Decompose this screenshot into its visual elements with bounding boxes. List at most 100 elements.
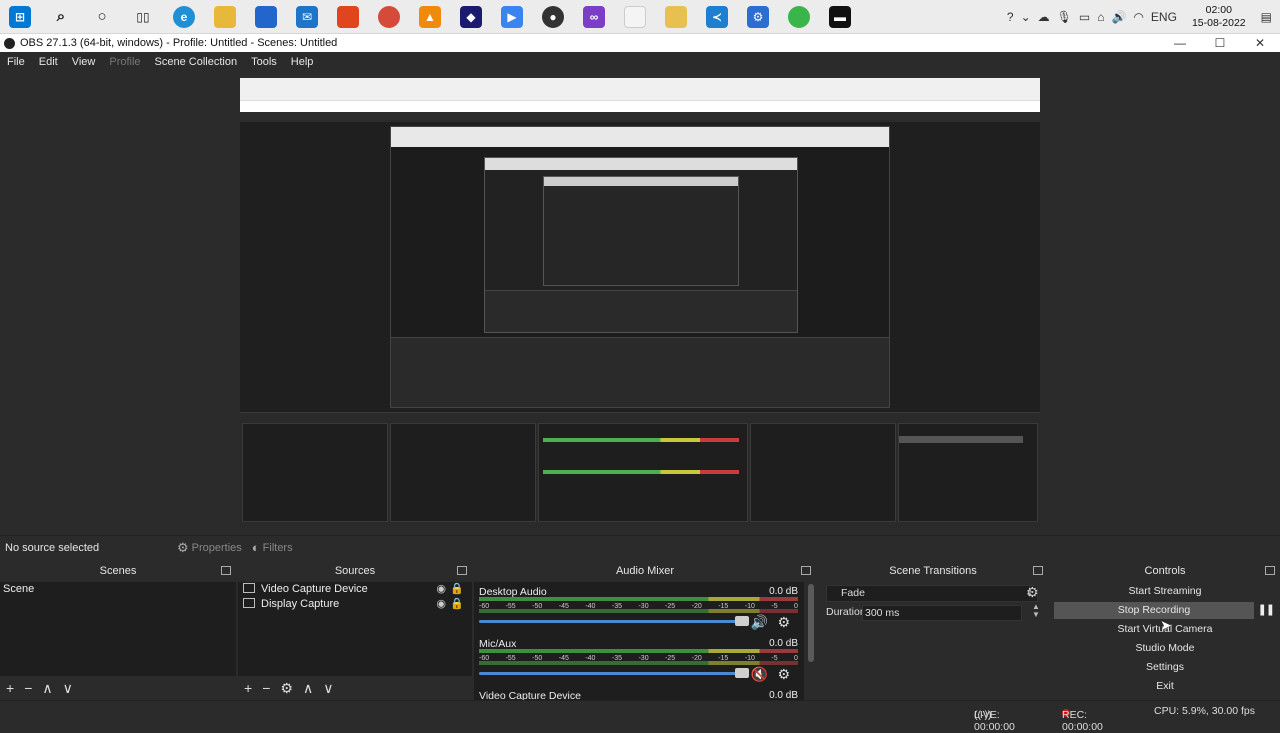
lock-icon[interactable]: 🔒 — [450, 582, 464, 597]
sources-list[interactable]: Video Capture Device ◉ 🔒 Display Capture… — [238, 582, 472, 676]
remove-source-button[interactable]: − — [262, 680, 270, 696]
volume-slider[interactable] — [479, 668, 750, 678]
close-button[interactable]: ✕ — [1240, 34, 1280, 52]
menu-view[interactable]: View — [65, 56, 103, 68]
move-up-button[interactable]: ∧ — [303, 680, 313, 697]
slider-knob[interactable] — [735, 668, 750, 678]
menu-help[interactable]: Help — [284, 56, 321, 68]
battery-icon[interactable]: ▭ — [1079, 10, 1090, 24]
terminal-icon[interactable]: ▬ — [829, 5, 851, 28]
muted-speaker-icon[interactable]: 🔇 — [751, 666, 768, 683]
eye-icon[interactable]: ◉ — [436, 582, 446, 597]
scenes-list[interactable]: Scene — [0, 582, 236, 676]
menu-scene-collection[interactable]: Scene Collection — [148, 56, 245, 68]
add-source-button[interactable]: + — [244, 680, 252, 696]
mail-icon[interactable]: ✉ — [296, 5, 318, 28]
edge-icon[interactable]: e — [173, 5, 195, 28]
undock-icon[interactable] — [801, 566, 811, 575]
start-streaming-button[interactable]: Start Streaming — [1054, 583, 1276, 600]
sources-dock-title: Sources — [238, 563, 472, 580]
scene-item[interactable]: Scene — [0, 582, 236, 597]
lock-icon[interactable]: 🔒 — [450, 597, 464, 612]
volume-slider[interactable] — [479, 616, 750, 626]
recursive-menubar-image — [240, 112, 1040, 122]
source-item[interactable]: Video Capture Device ◉ 🔒 — [238, 582, 472, 597]
notepad-icon[interactable] — [624, 5, 646, 28]
preview-area[interactable] — [0, 71, 1280, 535]
visual-studio-icon[interactable]: ∞ — [583, 5, 605, 28]
chrome-icon[interactable] — [378, 5, 400, 28]
task-view-icon[interactable]: ▯▯ — [132, 6, 154, 28]
window-title-bar[interactable]: OBS 27.1.3 (64-bit, windows) - Profile: … — [0, 34, 1280, 52]
preview-canvas[interactable] — [240, 78, 1040, 528]
menu-edit[interactable]: Edit — [32, 56, 65, 68]
slider-knob[interactable] — [735, 616, 750, 626]
mixer-scrollbar[interactable] — [808, 584, 814, 662]
monitor-icon — [243, 598, 255, 608]
obs-icon[interactable]: ● — [542, 5, 564, 28]
properties-button[interactable]: ⚙ Properties — [172, 540, 247, 556]
chevron-up-icon[interactable]: ⌄ — [1021, 10, 1031, 24]
transition-select[interactable]: Fade ⇕ — [826, 585, 1038, 602]
cortana-icon[interactable]: ○ — [91, 6, 113, 28]
menu-file[interactable]: File — [0, 56, 32, 68]
vscode-icon[interactable]: ≺ — [706, 5, 728, 28]
exit-button[interactable]: Exit — [1054, 678, 1276, 695]
clock[interactable]: 02:00 15-08-2022 — [1192, 4, 1246, 30]
sources-title: Sources — [334, 565, 376, 577]
undock-icon[interactable] — [221, 566, 231, 575]
meter-tick-label: -30 — [638, 655, 649, 662]
stop-recording-button[interactable]: Stop Recording — [1054, 602, 1254, 619]
gear-icon[interactable]: ⚙ — [1026, 584, 1039, 601]
studio-mode-button[interactable]: Studio Mode — [1054, 640, 1276, 657]
add-scene-button[interactable]: + — [6, 680, 14, 696]
menu-tools[interactable]: Tools — [244, 56, 284, 68]
folder-icon[interactable] — [665, 5, 687, 28]
source-item[interactable]: Display Capture ◉ 🔒 — [238, 597, 472, 612]
maximize-button[interactable]: ☐ — [1200, 34, 1240, 52]
gear-icon[interactable]: ⚙ — [777, 666, 790, 683]
wifi-icon[interactable]: ◠ — [1133, 10, 1143, 24]
app-icon[interactable]: ◆ — [460, 5, 482, 28]
file-explorer-icon[interactable] — [214, 5, 236, 28]
volume-icon[interactable]: 🔊 — [1111, 10, 1126, 24]
undock-icon[interactable] — [1033, 566, 1043, 575]
duration-spinbox[interactable]: 300 ms — [862, 605, 1022, 621]
help-icon[interactable]: ? — [1007, 10, 1014, 24]
remove-scene-button[interactable]: − — [24, 680, 32, 696]
store-icon[interactable] — [255, 5, 277, 28]
move-down-button[interactable]: ∨ — [63, 680, 73, 697]
onedrive-icon[interactable]: ☁ — [1038, 10, 1050, 24]
notifications-icon[interactable]: ▤ — [1261, 10, 1272, 24]
source-toolbar: No source selected ⚙ Properties ◐ Filter… — [0, 535, 1280, 559]
meter-tick-label: -60 — [479, 603, 490, 610]
meter-tick-label: 0 — [794, 603, 798, 610]
windows-start-icon[interactable]: ⊞ — [9, 5, 31, 28]
move-up-button[interactable]: ∧ — [42, 680, 52, 697]
menu-profile[interactable]: Profile — [102, 56, 147, 68]
undock-icon[interactable] — [457, 566, 467, 575]
search-icon[interactable]: ⌕ — [50, 6, 72, 28]
gear-icon[interactable]: ⚙ — [777, 614, 790, 631]
meter-tick-label: -50 — [532, 655, 543, 662]
language-indicator[interactable]: ENG — [1151, 10, 1177, 24]
meter-tick-label: -15 — [718, 603, 729, 610]
controls-title: Controls — [1144, 565, 1186, 577]
eye-icon[interactable]: ◉ — [436, 597, 446, 612]
source-properties-button[interactable]: ⚙ — [280, 680, 293, 697]
brave-icon[interactable] — [337, 5, 359, 28]
mic-icon[interactable]: 🎙 — [1057, 10, 1072, 24]
network-icon[interactable]: ⌂ — [1097, 10, 1104, 24]
speaker-icon[interactable]: 🔊 — [751, 614, 768, 631]
zoom-icon[interactable]: ▶ — [501, 5, 523, 28]
vlc-icon[interactable]: ▲ — [419, 5, 441, 28]
settings-button[interactable]: Settings — [1054, 659, 1276, 676]
green-app-icon[interactable] — [788, 5, 810, 28]
filters-button[interactable]: ◐ Filters — [247, 540, 298, 555]
undock-icon[interactable] — [1265, 566, 1275, 575]
move-down-button[interactable]: ∨ — [323, 680, 333, 697]
spin-arrows-icon[interactable]: ▲ ▼ — [1032, 603, 1040, 619]
pause-recording-icon[interactable]: ❚❚ — [1258, 603, 1275, 616]
settings-app-icon[interactable]: ⚙ — [747, 5, 769, 28]
minimize-button[interactable]: — — [1160, 34, 1200, 52]
